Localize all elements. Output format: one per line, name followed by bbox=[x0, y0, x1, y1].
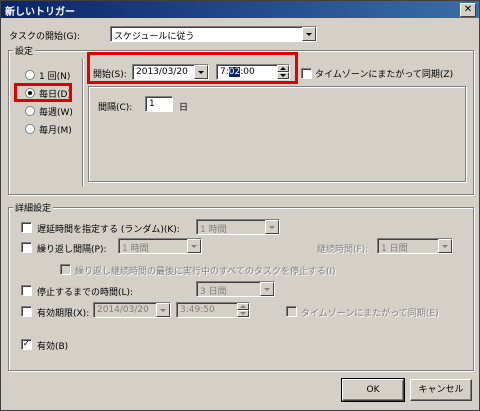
repeat-label: 繰り返し間隔(P): bbox=[37, 245, 107, 255]
start-highlight-box bbox=[87, 52, 298, 84]
duration-select[interactable]: 1 日間 bbox=[377, 238, 453, 254]
ok-button[interactable]: OK bbox=[341, 378, 405, 402]
radio-once[interactable] bbox=[25, 70, 35, 80]
expire-date-value: 2014/03/20 bbox=[97, 305, 149, 315]
spin-down-icon[interactable] bbox=[237, 310, 249, 317]
delay-value: 1 時間 bbox=[200, 225, 227, 235]
cancel-button[interactable]: キャンセル bbox=[410, 379, 472, 401]
spin-up-icon[interactable] bbox=[237, 303, 249, 310]
delay-label: 遅延時間を指定する (ランダム)(K): bbox=[37, 225, 180, 235]
window-title: 新しいトリガー bbox=[5, 7, 75, 18]
new-trigger-dialog: 新しいトリガー ✕ タスクの開始(G): スケジュールに従う 設定 1 回(N)… bbox=[0, 0, 480, 411]
interval-unit: 日 bbox=[179, 103, 189, 113]
duration-value: 1 日間 bbox=[381, 244, 408, 254]
interval-field[interactable]: 1 bbox=[145, 96, 173, 112]
expire-label: 有効期限(X): bbox=[37, 309, 90, 319]
expire-time-value: 3:49:50 bbox=[180, 305, 215, 315]
title-bar[interactable]: 新しいトリガー ✕ bbox=[1, 1, 479, 18]
task-start-label: タスクの開始(G): bbox=[9, 32, 81, 42]
sync-timezone-label: タイムゾーンにまたがって同期(Z) bbox=[315, 70, 454, 80]
advanced-group-label: 詳細設定 bbox=[13, 201, 54, 214]
task-start-value: スケジュールに従う bbox=[114, 32, 195, 42]
delay-select[interactable]: 1 時間 bbox=[196, 219, 280, 235]
chevron-down-icon[interactable] bbox=[260, 282, 274, 296]
stop-after-label: 停止するまでの時間(L): bbox=[37, 288, 134, 298]
radio-weekly[interactable] bbox=[25, 106, 35, 116]
expire-sync-checkbox[interactable] bbox=[286, 306, 297, 317]
radio-once-label: 1 回(N) bbox=[39, 72, 71, 82]
radio-monthly-label: 毎月(M) bbox=[39, 126, 72, 136]
chevron-down-icon[interactable] bbox=[438, 239, 452, 253]
delay-checkbox[interactable] bbox=[21, 222, 32, 233]
settings-group-label: 設定 bbox=[13, 44, 36, 57]
expire-time-field[interactable]: 3:49:50 bbox=[176, 302, 250, 318]
stop-after-checkbox[interactable] bbox=[21, 285, 32, 296]
stop-after-select[interactable]: 3 日間 bbox=[196, 281, 275, 297]
expire-time-spinner[interactable] bbox=[237, 303, 249, 317]
interval-label: 間隔(C): bbox=[98, 103, 133, 113]
expire-date-picker[interactable]: 2014/03/20 bbox=[93, 302, 171, 318]
chevron-down-icon[interactable] bbox=[265, 220, 279, 234]
repeat-value: 1 時間 bbox=[122, 244, 149, 254]
chevron-down-icon[interactable] bbox=[302, 27, 316, 41]
radio-weekly-label: 毎週(W) bbox=[39, 108, 73, 118]
calendar-dropdown-icon[interactable] bbox=[156, 303, 170, 317]
repeat-select[interactable]: 1 時間 bbox=[118, 238, 202, 254]
task-start-select[interactable]: スケジュールに従う bbox=[110, 26, 317, 42]
stop-all-label: 繰り返し継続時間の最後に実行中のすべてのタスクを停止する(I) bbox=[75, 267, 336, 277]
stop-after-value: 3 日間 bbox=[200, 287, 227, 297]
duration-label: 継続時間(F): bbox=[317, 245, 369, 255]
enabled-checkbox[interactable]: ✓ bbox=[21, 339, 32, 350]
expire-checkbox[interactable] bbox=[21, 306, 32, 317]
radio-monthly[interactable] bbox=[25, 124, 35, 134]
chevron-down-icon[interactable] bbox=[187, 239, 201, 253]
interval-value: 1 bbox=[149, 99, 155, 109]
stop-all-checkbox[interactable] bbox=[60, 264, 71, 275]
daily-highlight-box bbox=[14, 83, 72, 102]
close-button[interactable]: ✕ bbox=[460, 3, 476, 17]
repeat-checkbox[interactable] bbox=[21, 242, 32, 253]
settings-divider bbox=[82, 59, 84, 187]
expire-sync-label: タイムゾーンにまたがって同期(E) bbox=[301, 309, 439, 319]
enabled-label: 有効(B) bbox=[37, 342, 69, 352]
sync-timezone-checkbox[interactable] bbox=[301, 68, 312, 79]
